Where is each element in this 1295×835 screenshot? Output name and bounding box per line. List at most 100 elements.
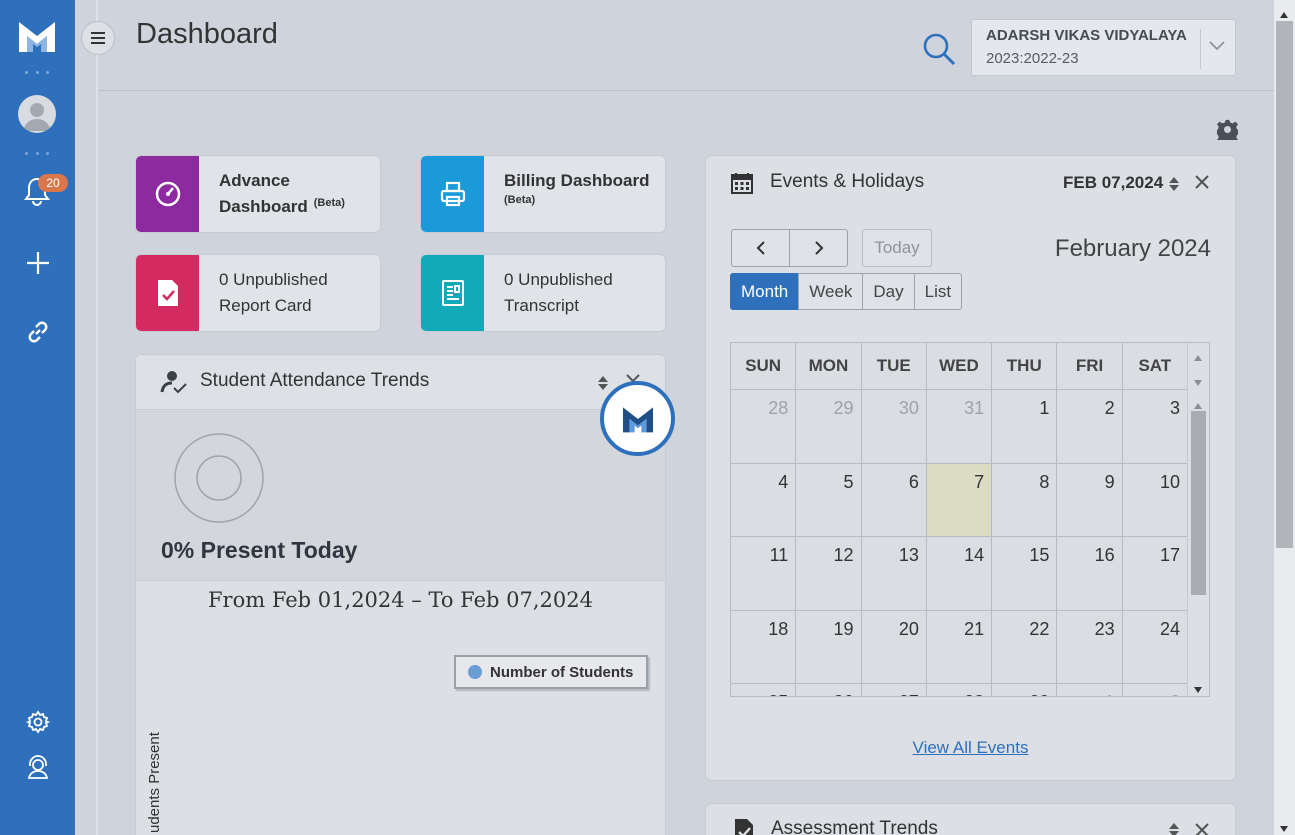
calendar-icon xyxy=(731,172,753,199)
today-cell[interactable]: 7 xyxy=(926,463,993,536)
day-cell[interactable]: 17 xyxy=(1123,537,1188,610)
card-beta-tag: (Beta) xyxy=(313,197,345,209)
view-day-button[interactable]: Day xyxy=(862,273,915,310)
hamburger-icon xyxy=(91,32,105,44)
attendance-panel: Student Attendance Trends 0% Present Tod… xyxy=(135,354,666,835)
page-scrollbar[interactable] xyxy=(1274,0,1295,835)
support-icon[interactable] xyxy=(24,753,52,781)
month-calendar: SUN MON TUE WED THU FRI SAT 28 29 30 31 … xyxy=(730,342,1210,697)
day-cell[interactable]: 24 xyxy=(1123,610,1188,683)
menu-toggle-button[interactable] xyxy=(81,21,115,55)
selected-date[interactable]: FEB 07,2024 xyxy=(1063,173,1163,193)
billing-dashboard-card[interactable]: Billing Dashboard (Beta) xyxy=(420,155,666,233)
scroll-up-icon[interactable] xyxy=(1193,349,1203,367)
today-button[interactable]: Today xyxy=(862,229,932,267)
scroll-down-icon[interactable] xyxy=(1279,820,1289,835)
view-all-events-link[interactable]: View All Events xyxy=(706,738,1235,758)
day-cell[interactable]: 9 xyxy=(1057,463,1123,536)
school-selector[interactable]: ADARSH VIKAS VIDYALAYA 2023:2022-23 xyxy=(971,19,1236,76)
scroll-down-icon[interactable] xyxy=(1193,681,1203,696)
day-cell[interactable]: 16 xyxy=(1057,537,1123,610)
prev-month-button[interactable] xyxy=(731,229,790,267)
view-week-button[interactable]: Week xyxy=(798,273,864,310)
advance-dashboard-card[interactable]: Advance Dashboard (Beta) xyxy=(135,155,381,233)
unpublished-transcript-card[interactable]: 0 Unpublished Transcript xyxy=(420,254,666,332)
date-range-text: From Feb 01,2024 – To Feb 07,2024 xyxy=(207,588,593,612)
calendar-scrollbar[interactable] xyxy=(1187,343,1209,696)
avatar-icon[interactable] xyxy=(18,95,56,133)
day-cell[interactable]: 1 xyxy=(1057,684,1123,696)
day-cell[interactable]: 22 xyxy=(992,610,1058,683)
close-icon[interactable] xyxy=(1194,822,1210,835)
day-cell[interactable]: 1 xyxy=(992,390,1058,463)
transcript-icon xyxy=(421,255,484,331)
logo-icon[interactable] xyxy=(16,17,58,55)
attendance-title: Student Attendance Trends xyxy=(200,370,430,391)
page-title: Dashboard xyxy=(136,18,278,50)
day-cell[interactable]: 31 xyxy=(927,390,993,463)
day-cell[interactable]: 28 xyxy=(731,390,797,463)
day-cell[interactable]: 2 xyxy=(1123,684,1188,696)
plus-icon[interactable] xyxy=(24,249,52,277)
day-cell[interactable]: 25 xyxy=(731,684,797,696)
day-cell[interactable]: 12 xyxy=(796,537,862,610)
legend-marker xyxy=(468,665,482,679)
view-list-button[interactable]: List xyxy=(913,273,963,310)
day-cell[interactable]: 29 xyxy=(796,390,862,463)
card-count: 0 Unpublished xyxy=(504,270,613,289)
day-cell[interactable]: 3 xyxy=(1123,390,1188,463)
card-title: Billing Dashboard xyxy=(504,171,650,190)
chart-legend[interactable]: Number of Students xyxy=(454,655,648,689)
day-cell[interactable]: 15 xyxy=(992,537,1058,610)
card-beta-tag: (Beta) xyxy=(504,194,536,206)
day-cell[interactable]: 13 xyxy=(862,537,927,610)
calendar-grid: 28 29 30 31 1 2 3 4 5 6 7 8 9 10 11 12 1… xyxy=(731,390,1188,696)
card-label: Transcript xyxy=(504,296,579,315)
close-icon[interactable] xyxy=(1194,174,1210,195)
day-cell[interactable]: 4 xyxy=(731,463,797,536)
y-axis-label: udents Present xyxy=(146,732,163,833)
scroll-down-icon[interactable] xyxy=(1193,374,1203,392)
day-cell[interactable]: 8 xyxy=(992,463,1058,536)
day-cell[interactable]: 19 xyxy=(796,610,862,683)
day-cell[interactable]: 6 xyxy=(862,463,927,536)
date-sort-icon[interactable] xyxy=(1168,176,1180,197)
dashboard-settings-icon[interactable] xyxy=(1215,119,1240,145)
sort-icon[interactable] xyxy=(597,375,609,396)
calendar-week: 25 26 27 28 29 1 2 xyxy=(731,684,1188,696)
school-name: ADARSH VIKAS VIDYALAYA xyxy=(986,27,1187,44)
search-icon[interactable] xyxy=(921,31,957,67)
chevron-right-icon xyxy=(814,241,823,255)
scroll-thumb[interactable] xyxy=(1191,411,1206,595)
day-cell[interactable]: 21 xyxy=(927,610,993,683)
unpublished-report-card[interactable]: 0 Unpublished Report Card xyxy=(135,254,381,332)
day-cell[interactable]: 29 xyxy=(992,684,1058,696)
day-cell[interactable]: 23 xyxy=(1057,610,1123,683)
chevron-down-icon[interactable] xyxy=(1208,39,1226,57)
next-month-button[interactable] xyxy=(789,229,848,267)
day-cell[interactable]: 5 xyxy=(796,463,862,536)
day-cell[interactable]: 11 xyxy=(731,537,797,610)
weekday-label: SUN xyxy=(731,343,797,389)
view-month-button[interactable]: Month xyxy=(730,273,800,310)
day-cell[interactable]: 10 xyxy=(1123,463,1188,536)
assessment-title: Assessment Trends xyxy=(771,818,938,835)
day-cell[interactable]: 18 xyxy=(731,610,797,683)
settings-icon[interactable] xyxy=(24,708,52,736)
link-icon[interactable] xyxy=(24,318,52,346)
chevron-left-icon xyxy=(756,241,765,255)
day-cell[interactable]: 27 xyxy=(862,684,927,696)
day-cell[interactable]: 26 xyxy=(796,684,862,696)
scroll-thumb[interactable] xyxy=(1276,21,1293,548)
day-cell[interactable]: 2 xyxy=(1057,390,1123,463)
card-count: 0 Unpublished xyxy=(219,270,328,289)
attendance-panel-header: Student Attendance Trends xyxy=(136,355,665,410)
header-divider xyxy=(98,90,1274,91)
sidebar: 20 xyxy=(0,0,75,835)
day-cell[interactable]: 20 xyxy=(862,610,927,683)
day-cell[interactable]: 28 xyxy=(927,684,993,696)
day-cell[interactable]: 30 xyxy=(862,390,927,463)
sort-icon[interactable] xyxy=(1168,822,1180,835)
day-cell[interactable]: 14 xyxy=(927,537,993,610)
calendar-week: 4 5 6 7 8 9 10 xyxy=(731,463,1188,537)
